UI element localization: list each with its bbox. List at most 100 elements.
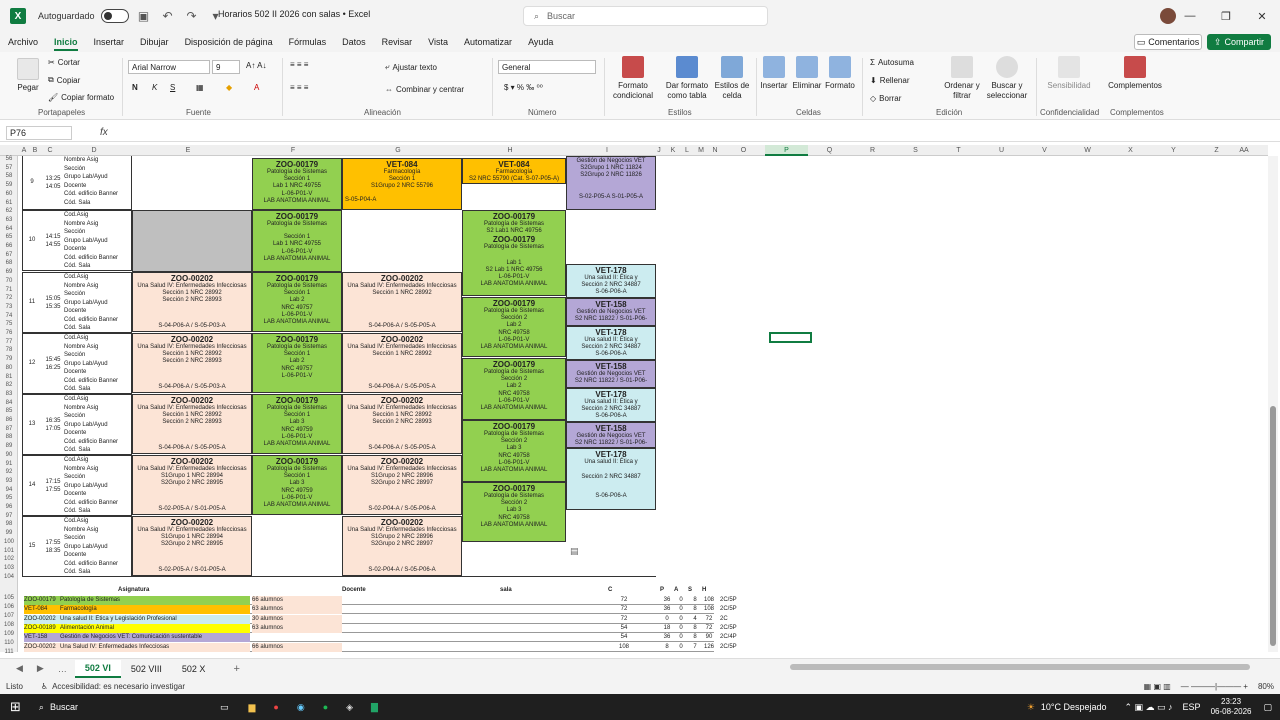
row-header[interactable]: 105 xyxy=(0,595,18,601)
zoo202-block[interactable]: ZOO-00202 Una Salud IV: Enfermedades Inf… xyxy=(132,394,252,454)
tab-dibujar[interactable]: Dibujar xyxy=(132,32,177,52)
vet178-block[interactable]: VET-178 Una salud II: Ética y Sección 2 … xyxy=(566,264,656,298)
column-header[interactable]: X xyxy=(1109,145,1152,156)
row-header[interactable]: 88 xyxy=(0,434,18,440)
minimize-button[interactable]: — xyxy=(1172,0,1208,32)
row-header[interactable]: 60 xyxy=(0,191,18,197)
autosum-button[interactable]: Σ Autosuma xyxy=(870,58,914,67)
paste-options-icon[interactable]: ▤ xyxy=(570,546,579,557)
row-header[interactable]: 109 xyxy=(0,631,18,637)
chrome-icon[interactable]: ● xyxy=(273,702,278,712)
conditional-format-button[interactable]: Formato condicional xyxy=(606,56,660,101)
addins-button[interactable]: Complementos xyxy=(1104,56,1166,91)
task-view-icon[interactable]: ▭ xyxy=(220,702,229,713)
language-indicator[interactable]: ESP xyxy=(1183,702,1201,712)
vet178-block[interactable]: VET-178 Una salud II: Ética y Sección 2 … xyxy=(566,448,656,510)
merge-center-button[interactable]: ⇔ Combinar y centrar xyxy=(385,85,464,94)
underline-button[interactable]: S xyxy=(170,83,175,92)
row-header[interactable]: 66 xyxy=(0,243,18,249)
view-buttons[interactable]: ▦ ▣ ▥ xyxy=(1144,682,1171,691)
format-cells-button[interactable]: Formato xyxy=(824,56,856,91)
number-format-select[interactable]: General xyxy=(498,60,596,74)
clear-button[interactable]: ◇ Borrar xyxy=(870,94,901,103)
row-header[interactable]: 79 xyxy=(0,356,18,362)
worksheet-grid[interactable]: 9 13:25 14:05 Nombre Asig Sección Grupo Lab/A… xyxy=(18,156,1268,652)
zoo202-block[interactable]: ZOO-00202 Una Salud IV: Enfermedades Inf… xyxy=(132,516,252,576)
zoo202-block[interactable]: ZOO-00202 Una Salud IV: Enfermedades Inf… xyxy=(342,272,462,332)
row-header[interactable]: 111 xyxy=(0,649,18,655)
row-header[interactable]: 85 xyxy=(0,408,18,414)
row-header[interactable]: 63 xyxy=(0,217,18,223)
comments-button[interactable]: ▭ Comentarios xyxy=(1134,34,1202,50)
file-explorer-icon[interactable]: ▆ xyxy=(248,702,255,713)
tab-revisar[interactable]: Revisar xyxy=(374,32,421,52)
sheet-tab-502-x[interactable]: 502 X xyxy=(172,660,216,678)
row-header[interactable]: 87 xyxy=(0,426,18,432)
vet084-block[interactable]: VET-084 Farmacología Sección 1 S1Grupo 2… xyxy=(342,158,462,210)
row-header[interactable]: 58 xyxy=(0,173,18,179)
copy-button[interactable]: ⧉ Copiar xyxy=(48,75,80,85)
weather-text[interactable]: 10°C Despejado xyxy=(1041,702,1107,712)
row-header[interactable]: 61 xyxy=(0,200,18,206)
font-size-select[interactable]: 9 xyxy=(212,60,240,74)
zoo179-block[interactable]: ZOO-00179 Patología de Sistemas Sección … xyxy=(252,210,342,272)
vertical-scrollbar[interactable] xyxy=(1268,156,1278,652)
sensitivity-button[interactable]: Sensibilidad xyxy=(1042,56,1096,91)
font-name-select[interactable]: Arial Narrow xyxy=(128,60,210,74)
row-header[interactable]: 106 xyxy=(0,604,18,610)
next-sheet-icon[interactable]: ▶ xyxy=(37,663,44,674)
row-header[interactable]: 64 xyxy=(0,226,18,232)
row-header[interactable]: 100 xyxy=(0,539,18,545)
row-header[interactable]: 57 xyxy=(0,165,18,171)
row-header[interactable]: 76 xyxy=(0,330,18,336)
add-sheet-icon[interactable]: + xyxy=(233,663,239,675)
tab-inicio[interactable]: Inicio xyxy=(46,32,86,52)
tab-archivo[interactable]: Archivo xyxy=(0,32,46,52)
row-header[interactable]: 89 xyxy=(0,443,18,449)
tab-ayuda[interactable]: Ayuda xyxy=(520,32,561,52)
column-header[interactable]: Q xyxy=(808,145,851,156)
column-header[interactable]: Y xyxy=(1152,145,1195,156)
undo-icon[interactable]: ↶ xyxy=(159,9,177,23)
zoo202-block[interactable]: ZOO-00202 Una Salud IV: Enfermedades Inf… xyxy=(132,272,252,332)
zoo202-block[interactable]: ZOO-00202 Una Salud IV: Enfermedades Inf… xyxy=(342,394,462,454)
zoo202-block[interactable]: ZOO-00202 Una Salud IV: Enfermedades Inf… xyxy=(132,333,252,393)
zoo202-block[interactable]: ZOO-00202 Una Salud IV: Enfermedades Inf… xyxy=(342,455,462,515)
row-header[interactable]: 72 xyxy=(0,295,18,301)
tab-vista[interactable]: Vista xyxy=(420,32,456,52)
zoo202-block[interactable]: ZOO-00202 Una Salud IV: Enfermedades Inf… xyxy=(132,455,252,515)
vet158-block[interactable]: Gestión de Negocios VET S2Grupo 1 NRC 11… xyxy=(566,156,656,210)
row-header[interactable]: 93 xyxy=(0,478,18,484)
zoo179-block[interactable]: ZOO-00179 Patología de Sistemas Sección … xyxy=(462,358,566,420)
row-header[interactable]: 67 xyxy=(0,252,18,258)
sheet-tab-502-vi[interactable]: 502 VI xyxy=(74,659,121,678)
column-header[interactable]: J xyxy=(652,145,666,156)
vet084-block[interactable]: VET-084 Farmacología S2 NRC 55790 (Cat. … xyxy=(462,158,566,184)
column-header[interactable]: Z xyxy=(1195,145,1238,156)
row-header[interactable]: 68 xyxy=(0,260,18,266)
insert-cells-button[interactable]: Insertar xyxy=(758,56,790,91)
tray-icons[interactable]: ⌃ ▣ ☁ ▭ ♪ xyxy=(1124,702,1172,713)
row-header[interactable]: 78 xyxy=(0,347,18,353)
column-header[interactable]: D xyxy=(60,145,128,156)
vet178-block[interactable]: VET-178 Una salud II: Ética y Sección 2 … xyxy=(566,388,656,422)
prev-sheet-icon[interactable]: ◀ xyxy=(16,663,23,674)
taskbar-search[interactable]: Buscar xyxy=(50,702,180,712)
zoo179-block[interactable]: ZOO-00179 Patología de Sistemas Sección … xyxy=(252,272,342,332)
cut-button[interactable]: ✂ Cortar xyxy=(48,58,80,67)
zoo202-block[interactable]: ZOO-00202 Una Salud IV: Enfermedades Inf… xyxy=(342,516,462,576)
column-header[interactable]: AA xyxy=(1238,145,1250,156)
vet158-block[interactable]: VET-158 Gestión de Negocios VET S2 NRC 1… xyxy=(566,422,656,448)
excel-taskbar-icon[interactable]: ▇ xyxy=(371,702,378,713)
zoo179-block[interactable]: ZOO-00179 Patología de Sistemas S2 Lab1 … xyxy=(462,210,566,296)
row-header[interactable]: 81 xyxy=(0,374,18,380)
zoo179-block[interactable]: ZOO-00179 Patología de Sistemas Sección … xyxy=(462,420,566,482)
borders-icon[interactable]: ▦ xyxy=(196,83,204,92)
find-select-button[interactable]: Buscar y seleccionar xyxy=(984,56,1030,101)
selected-cell[interactable] xyxy=(769,332,812,343)
zoo179-block[interactable]: ZOO-00179 Patología de Sistemas Sección … xyxy=(252,333,342,393)
vet158-block[interactable]: VET-158 Gestión de Negocios VET S2 NRC 1… xyxy=(566,298,656,326)
row-header[interactable]: 62 xyxy=(0,208,18,214)
italic-button[interactable]: K xyxy=(152,83,157,92)
column-header[interactable]: S xyxy=(894,145,937,156)
